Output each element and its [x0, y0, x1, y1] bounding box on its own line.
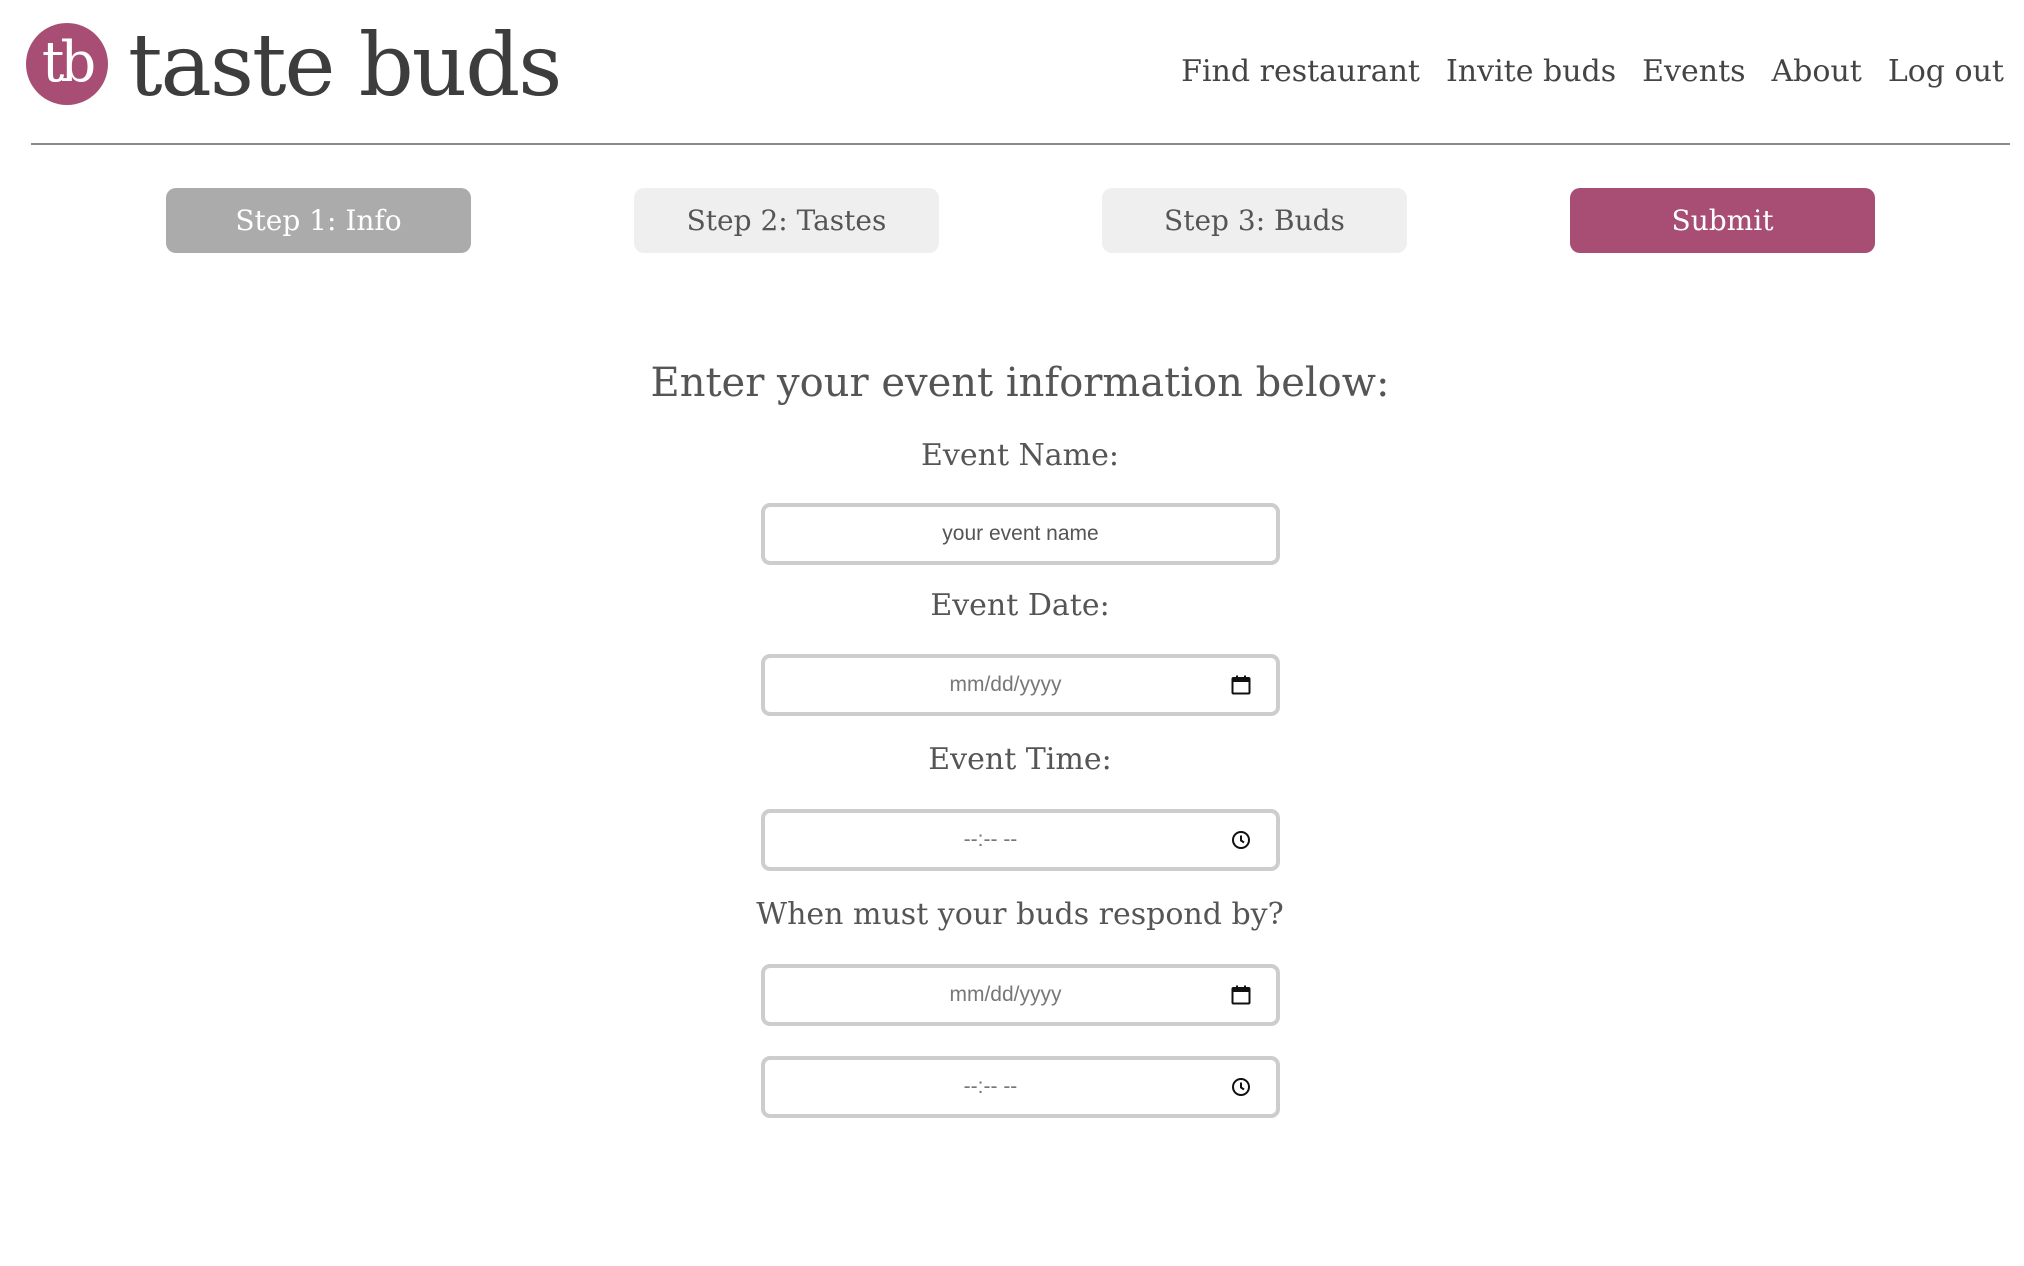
nav-log-out[interactable]: Log out	[1888, 54, 2004, 89]
calendar-icon[interactable]	[1230, 674, 1252, 696]
respond-by-date-input[interactable]: mm/dd/yyyy	[761, 964, 1280, 1026]
site-header: tb taste buds Find restaurant Invite bud…	[0, 0, 2024, 146]
nav-about[interactable]: About	[1772, 54, 1862, 89]
step-buds-button[interactable]: Step 3: Buds	[1102, 188, 1407, 253]
event-date-label: Event Date:	[930, 588, 1110, 623]
submit-button[interactable]: Submit	[1570, 188, 1875, 253]
event-date-input[interactable]: mm/dd/yyyy	[761, 654, 1280, 716]
nav-invite-buds[interactable]: Invite buds	[1446, 54, 1616, 89]
respond-by-time-placeholder: --:-- --	[963, 1075, 1018, 1098]
event-name-input[interactable]: your event name	[761, 503, 1280, 565]
form-title: Enter your event information below:	[650, 360, 1390, 406]
event-name-placeholder: your event name	[942, 522, 1099, 545]
nav-find-restaurant[interactable]: Find restaurant	[1181, 54, 1420, 89]
logo-badge[interactable]: tb	[26, 23, 108, 105]
main-nav: Find restaurant Invite buds Events About…	[1181, 54, 2004, 89]
brand-name[interactable]: taste buds	[128, 6, 562, 126]
event-name-label: Event Name:	[921, 438, 1119, 473]
nav-events[interactable]: Events	[1642, 54, 1745, 89]
respond-by-time-input[interactable]: --:-- --	[761, 1056, 1280, 1118]
clock-icon[interactable]	[1230, 1076, 1252, 1098]
event-time-placeholder: --:-- --	[963, 828, 1018, 851]
calendar-icon[interactable]	[1230, 984, 1252, 1006]
step-info-button[interactable]: Step 1: Info	[166, 188, 471, 253]
event-date-placeholder: mm/dd/yyyy	[949, 673, 1062, 696]
step-tastes-button[interactable]: Step 2: Tastes	[634, 188, 939, 253]
respond-by-date-placeholder: mm/dd/yyyy	[949, 983, 1062, 1006]
respond-by-label: When must your buds respond by?	[756, 897, 1284, 932]
clock-icon[interactable]	[1230, 829, 1252, 851]
event-time-input[interactable]: --:-- --	[761, 809, 1280, 871]
header-divider	[31, 143, 2010, 145]
event-time-label: Event Time:	[928, 742, 1112, 777]
